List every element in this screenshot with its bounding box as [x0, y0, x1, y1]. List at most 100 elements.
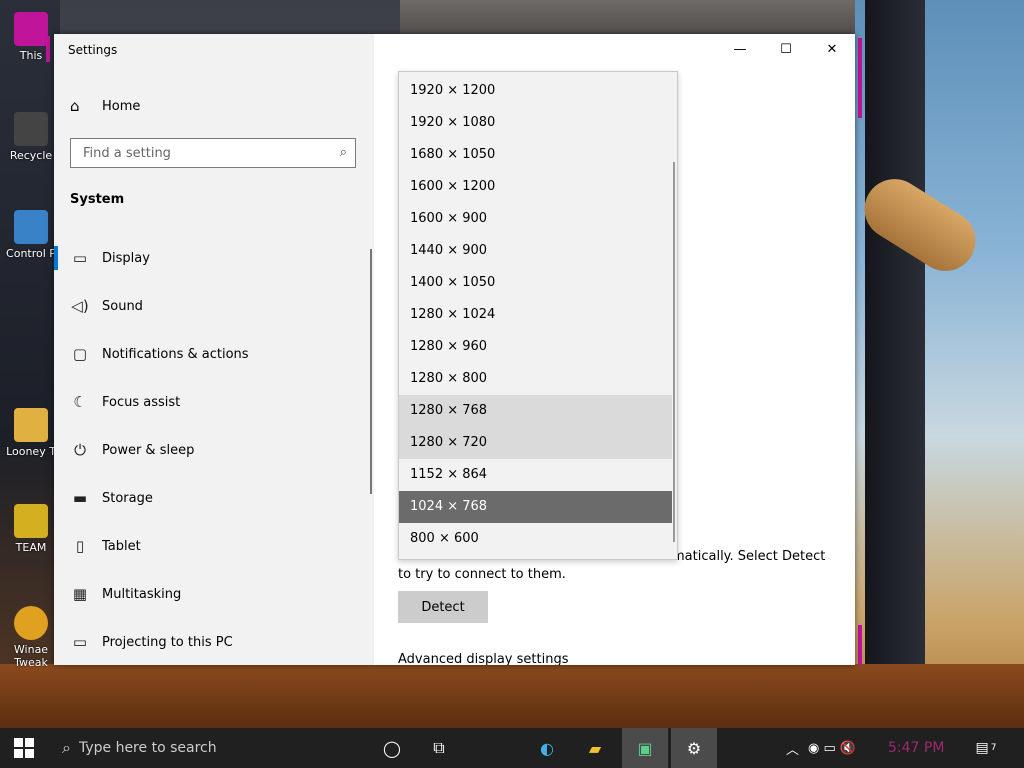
resolution-option-hovered[interactable]: 1280 × 768	[399, 395, 672, 427]
desktop-icon-label: Control P	[6, 247, 56, 260]
resolution-option[interactable]: 1680 × 1050	[399, 139, 672, 171]
wallpaper-floor	[0, 664, 1024, 728]
close-button[interactable]: ✕	[809, 34, 855, 64]
desktop-icon-winaero[interactable]: Winae Tweak	[6, 606, 56, 669]
window-title: Settings	[68, 43, 118, 57]
window-accent-left	[46, 36, 50, 62]
taskbar-clock[interactable]: 5:47 PM	[888, 728, 944, 768]
nav-home-label: Home	[102, 98, 141, 114]
windows-logo-icon	[14, 738, 34, 758]
settings-nav-pane: Settings ⌂ Home ⌕ System ▭ Display ◁) So…	[54, 34, 374, 665]
nav-item-label: Multitasking	[102, 586, 182, 602]
start-button[interactable]	[0, 728, 48, 768]
display-icon: ▭	[72, 249, 88, 267]
resolution-option[interactable]: 800 × 600	[399, 523, 672, 555]
notifications-icon: ▢	[72, 345, 88, 363]
dropdown-scrollbar[interactable]	[673, 162, 675, 542]
search-icon: ⌕	[339, 145, 347, 160]
winaero-icon	[14, 606, 48, 640]
desktop-icon-looney[interactable]: Looney T	[6, 408, 56, 458]
storage-icon: ▬	[72, 489, 88, 507]
nav-item-focus-assist[interactable]: ☾ Focus assist	[54, 378, 374, 426]
desktop-icon-recycle[interactable]: Recycle	[6, 112, 56, 162]
sound-icon: ◁)	[71, 297, 89, 315]
nav-item-tablet[interactable]: ▯ Tablet	[54, 522, 374, 570]
resolution-option[interactable]: 1440 × 900	[399, 235, 672, 267]
multitasking-icon: ▦	[72, 585, 88, 603]
nav-item-label: Focus assist	[102, 394, 181, 410]
nav-item-label: Tablet	[102, 538, 141, 554]
resolution-option[interactable]: 1280 × 960	[399, 331, 672, 363]
control-panel-icon	[14, 210, 48, 244]
moon-icon: ☾	[73, 393, 87, 411]
task-view-icon[interactable]: ⧉	[416, 728, 462, 768]
section-title: System	[70, 192, 125, 207]
nav-item-label: Projecting to this PC	[102, 634, 233, 650]
power-icon: ⏻	[74, 441, 86, 459]
window-accent-right-top	[858, 38, 862, 118]
tray-chevron-icon[interactable]: ︿	[786, 728, 799, 768]
window-accent-right-bottom	[858, 625, 862, 665]
desktop-icon-label: This	[19, 49, 43, 62]
detect-description-line2: to try to connect to them.	[398, 567, 566, 582]
resolution-option[interactable]: 1920 × 1080	[399, 107, 672, 139]
nav-item-storage[interactable]: ▬ Storage	[54, 474, 374, 522]
notification-icon: ▤	[975, 740, 989, 756]
nav-item-label: Notifications & actions	[102, 346, 249, 362]
this-pc-icon	[14, 12, 48, 46]
tablet-icon: ▯	[75, 537, 85, 555]
nav-scrollbar[interactable]	[370, 249, 372, 494]
taskbar: ⌕ Type here to search ◯ ⧉ ◐ ▰ ▣ ⚙ ︿ ◉ ▭ …	[0, 728, 1024, 768]
notification-count: 7	[990, 743, 997, 753]
nav-list: ▭ Display ◁) Sound ▢ Notifications & act…	[54, 234, 374, 665]
recycle-bin-icon	[14, 112, 48, 146]
resolution-option[interactable]: 1280 × 800	[399, 363, 672, 395]
app-icon[interactable]: ▣	[622, 728, 668, 768]
tray-status-icons[interactable]: ◉ ▭ 🔇	[808, 728, 856, 768]
nav-item-notifications[interactable]: ▢ Notifications & actions	[54, 330, 374, 378]
desktop-icon-team[interactable]: TEAM	[6, 504, 56, 554]
nav-item-sound[interactable]: ◁) Sound	[54, 282, 374, 330]
cortana-icon[interactable]: ◯	[369, 728, 415, 768]
maximize-button[interactable]: ☐	[763, 34, 809, 64]
find-setting-input[interactable]	[81, 145, 325, 162]
search-icon: ⌕	[62, 738, 71, 757]
desktop-icon-label: Winae Tweak	[13, 643, 49, 669]
detect-button[interactable]: Detect	[398, 591, 488, 623]
taskbar-search-placeholder: Type here to search	[78, 740, 217, 756]
nav-item-label: Storage	[102, 490, 153, 506]
resolution-option[interactable]: 1400 × 1050	[399, 267, 672, 299]
desktop-icon-label: Looney T	[6, 445, 56, 458]
projecting-icon: ▭	[72, 633, 88, 651]
resolution-option[interactable]: 1152 × 864	[399, 459, 672, 491]
team-icon	[14, 504, 48, 538]
resolution-dropdown-list[interactable]: 1920 × 1200 1920 × 1080 1680 × 1050 1600…	[398, 71, 678, 560]
resolution-option[interactable]: 1600 × 900	[399, 203, 672, 235]
home-icon: ⌂	[70, 97, 80, 115]
desktop-icon-control-panel[interactable]: Control P	[6, 210, 56, 260]
settings-icon[interactable]: ⚙	[671, 728, 717, 768]
file-explorer-icon[interactable]: ▰	[572, 728, 618, 768]
nav-item-projecting[interactable]: ▭ Projecting to this PC	[54, 618, 374, 665]
folder-icon	[14, 408, 48, 442]
resolution-option[interactable]: 1920 × 1200	[399, 75, 672, 107]
nav-item-label: Display	[102, 250, 150, 266]
nav-item-power-sleep[interactable]: ⏻ Power & sleep	[54, 426, 374, 474]
desktop-icon-label: Recycle	[9, 149, 53, 162]
resolution-option[interactable]: 1600 × 1200	[399, 171, 672, 203]
resolution-option[interactable]: 1280 × 1024	[399, 299, 672, 331]
nav-home[interactable]: ⌂ Home	[70, 95, 140, 117]
desktop-icon-label: TEAM	[15, 541, 47, 554]
advanced-display-settings-link[interactable]: Advanced display settings	[398, 652, 568, 665]
nav-item-label: Power & sleep	[102, 442, 195, 458]
nav-item-display[interactable]: ▭ Display	[54, 234, 374, 282]
minimize-button[interactable]: —	[717, 34, 763, 64]
wallpaper-window-frame	[865, 0, 925, 728]
edge-icon[interactable]: ◐	[524, 728, 570, 768]
resolution-option-selected[interactable]: 1024 × 768	[399, 491, 672, 523]
taskbar-search-box[interactable]: ⌕ Type here to search	[50, 728, 362, 768]
nav-item-multitasking[interactable]: ▦ Multitasking	[54, 570, 374, 618]
find-setting-search[interactable]: ⌕	[70, 138, 356, 168]
notification-center-button[interactable]: ▤ 7	[966, 728, 1006, 768]
resolution-option-hovered[interactable]: 1280 × 720	[399, 427, 672, 459]
